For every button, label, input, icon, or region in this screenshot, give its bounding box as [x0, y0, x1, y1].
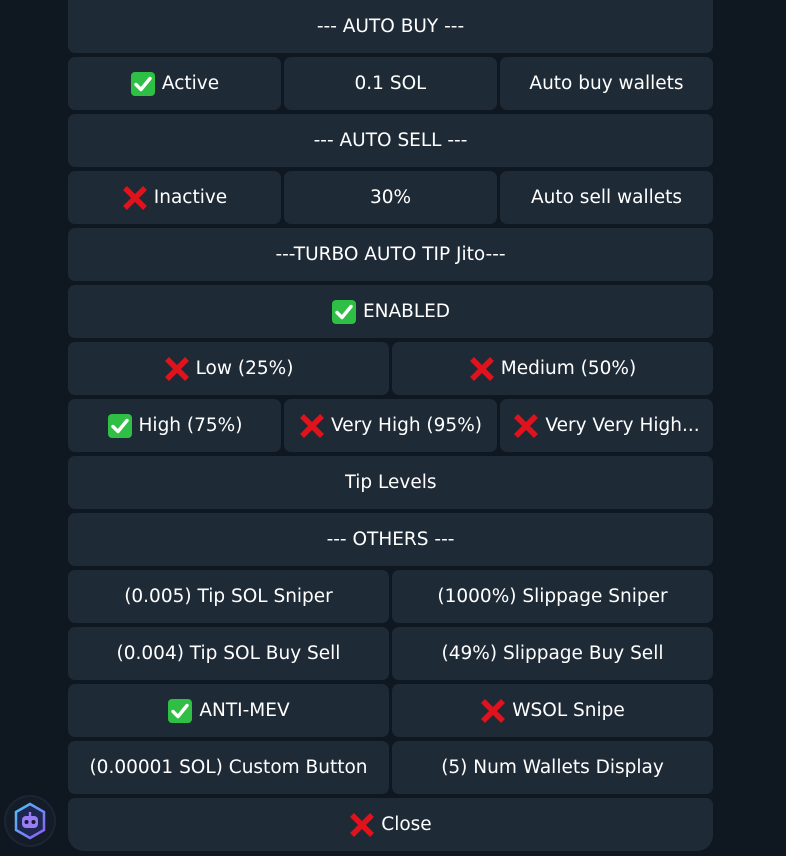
turbo-enabled-button[interactable]: ENABLED: [68, 285, 713, 338]
check-mark-icon: [130, 71, 156, 97]
keyboard-row: (0.00001 SOL) Custom Button (5) Num Wall…: [68, 741, 713, 794]
keyboard-row: ENABLED: [68, 285, 713, 338]
others-header-button[interactable]: --- OTHERS ---: [68, 513, 713, 566]
auto-buy-header-button[interactable]: --- AUTO BUY ---: [68, 0, 713, 53]
keyboard-row: Close: [68, 798, 713, 851]
cross-mark-icon: [349, 812, 375, 838]
keyboard-row: High (75%) Very High (95%) Very Very Hig…: [68, 399, 713, 452]
check-mark-icon: [331, 299, 357, 325]
cross-mark-icon: [480, 698, 506, 724]
wsol-snipe-button[interactable]: WSOL Snipe: [392, 684, 713, 737]
cross-mark-icon: [122, 185, 148, 211]
cross-mark-icon: [513, 413, 539, 439]
button-label: ENABLED: [362, 301, 451, 322]
check-mark-icon: [167, 698, 193, 724]
button-label: Inactive: [153, 187, 228, 208]
tip-low-button[interactable]: Low (25%): [68, 342, 389, 395]
button-label: Auto sell wallets: [530, 187, 683, 208]
auto-buy-amount-button[interactable]: 0.1 SOL: [284, 57, 497, 110]
cross-mark-icon: [299, 413, 325, 439]
keyboard-row: Active 0.1 SOL Auto buy wallets: [68, 57, 713, 110]
button-label: ---TURBO AUTO TIP Jito---: [275, 244, 506, 265]
bot-avatar-icon[interactable]: [6, 797, 54, 845]
keyboard-row: ANTI-MEV WSOL Snipe: [68, 684, 713, 737]
auto-sell-amount-button[interactable]: 30%: [284, 171, 497, 224]
button-label: Active: [161, 73, 220, 94]
slippage-sniper-button[interactable]: (1000%) Slippage Sniper: [392, 570, 713, 623]
keyboard-row: Inactive 30% Auto sell wallets: [68, 171, 713, 224]
keyboard-row: Tip Levels: [68, 456, 713, 509]
button-label: Medium (50%): [500, 358, 637, 379]
keyboard-row: (0.004) Tip SOL Buy Sell (49%) Slippage …: [68, 627, 713, 680]
keyboard-row: ---TURBO AUTO TIP Jito---: [68, 228, 713, 281]
tip-sol-sniper-button[interactable]: (0.005) Tip SOL Sniper: [68, 570, 389, 623]
button-label: Auto buy wallets: [529, 73, 684, 94]
keyboard-row: --- AUTO SELL ---: [68, 114, 713, 167]
button-label: --- AUTO BUY ---: [316, 16, 465, 37]
tip-levels-button[interactable]: Tip Levels: [68, 456, 713, 509]
auto-sell-header-button[interactable]: --- AUTO SELL ---: [68, 114, 713, 167]
keyboard-row: --- OTHERS ---: [68, 513, 713, 566]
button-label: WSOL Snipe: [512, 700, 625, 721]
auto-buy-status-button[interactable]: Active: [68, 57, 281, 110]
button-label: High (75%): [138, 415, 243, 436]
tip-high-button[interactable]: High (75%): [68, 399, 281, 452]
button-label: (0.004) Tip SOL Buy Sell: [116, 643, 341, 664]
button-label: Low (25%): [195, 358, 294, 379]
button-label: --- OTHERS ---: [326, 529, 455, 550]
num-wallets-display-button[interactable]: (5) Num Wallets Display: [392, 741, 713, 794]
inline-keyboard: --- AUTO BUY --- Active 0.1 SOL Auto buy…: [68, 0, 713, 855]
tip-very-high-button[interactable]: Very High (95%): [284, 399, 497, 452]
check-mark-icon: [107, 413, 133, 439]
button-label: Tip Levels: [344, 472, 437, 493]
tip-very-very-high-button[interactable]: Very Very High...: [500, 399, 713, 452]
keyboard-row: --- AUTO BUY ---: [68, 0, 713, 53]
button-label: Very Very High...: [545, 415, 700, 436]
tip-sol-buy-sell-button[interactable]: (0.004) Tip SOL Buy Sell: [68, 627, 389, 680]
button-label: (0.005) Tip SOL Sniper: [124, 586, 333, 607]
chat-screen: --- AUTO BUY --- Active 0.1 SOL Auto buy…: [0, 0, 786, 856]
auto-sell-status-button[interactable]: Inactive: [68, 171, 281, 224]
keyboard-row: (0.005) Tip SOL Sniper (1000%) Slippage …: [68, 570, 713, 623]
button-label: Close: [381, 814, 432, 835]
button-label: (49%) Slippage Buy Sell: [441, 643, 664, 664]
turbo-auto-tip-header-button[interactable]: ---TURBO AUTO TIP Jito---: [68, 228, 713, 281]
button-label: (5) Num Wallets Display: [441, 757, 664, 778]
cross-mark-icon: [164, 356, 190, 382]
slippage-buy-sell-button[interactable]: (49%) Slippage Buy Sell: [392, 627, 713, 680]
close-button[interactable]: Close: [68, 798, 713, 851]
keyboard-row: Low (25%) Medium (50%): [68, 342, 713, 395]
button-label: (0.00001 SOL) Custom Button: [89, 757, 368, 778]
button-label: ANTI-MEV: [199, 700, 290, 721]
auto-sell-wallets-button[interactable]: Auto sell wallets: [500, 171, 713, 224]
cross-mark-icon: [469, 356, 495, 382]
button-label: (1000%) Slippage Sniper: [437, 586, 668, 607]
tip-medium-button[interactable]: Medium (50%): [392, 342, 713, 395]
button-label: Very High (95%): [331, 415, 482, 436]
custom-button[interactable]: (0.00001 SOL) Custom Button: [68, 741, 389, 794]
button-label: --- AUTO SELL ---: [313, 130, 468, 151]
button-label: 0.1 SOL: [354, 73, 427, 94]
auto-buy-wallets-button[interactable]: Auto buy wallets: [500, 57, 713, 110]
anti-mev-button[interactable]: ANTI-MEV: [68, 684, 389, 737]
button-label: 30%: [369, 187, 412, 208]
